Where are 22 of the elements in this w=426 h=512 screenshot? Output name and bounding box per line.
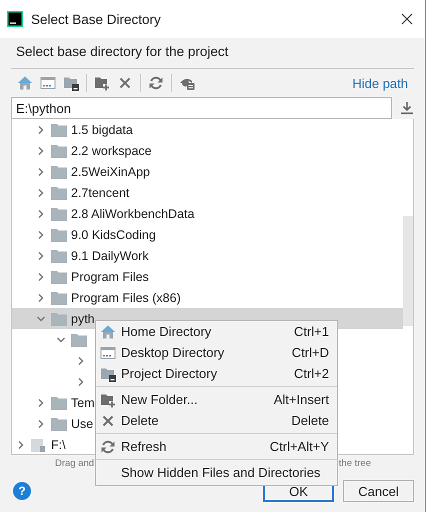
prompt-text: Select base directory for the project <box>15 43 230 61</box>
shortcut-text: Ctrl+D <box>292 345 329 360</box>
hint-text: Drag and <box>55 458 94 471</box>
folder-name: 2.7tencent <box>71 186 130 200</box>
folder-name: 2.2 workspace <box>71 144 152 158</box>
folder-name: Program Files <box>71 270 149 284</box>
folder-name: Use <box>71 416 94 430</box>
folder-name: 2.5WeiXinApp <box>71 164 150 178</box>
folder-name: 1.5 bigdata <box>71 122 133 136</box>
folder-name: 9.1 DailyWork <box>71 248 149 262</box>
folder-name: 2.8 AliWorkbenchData <box>71 206 194 220</box>
shortcut-text: Ctrl+2 <box>294 366 329 381</box>
folder-name: Tem <box>71 396 95 410</box>
shortcut-text: Delete <box>291 413 329 428</box>
folder-name: Program Files (x86) <box>71 290 181 304</box>
folder-name: 9.0 KidsCoding <box>71 228 156 242</box>
shortcut-text: Alt+Insert <box>274 392 329 407</box>
folder-name: pyth <box>71 312 95 326</box>
shortcut-text: Ctrl+Alt+Y <box>270 439 329 454</box>
hint-text: the tree <box>338 458 371 471</box>
window-title: Select Base Directory <box>31 12 162 26</box>
folder-name: F:\ <box>51 438 66 452</box>
